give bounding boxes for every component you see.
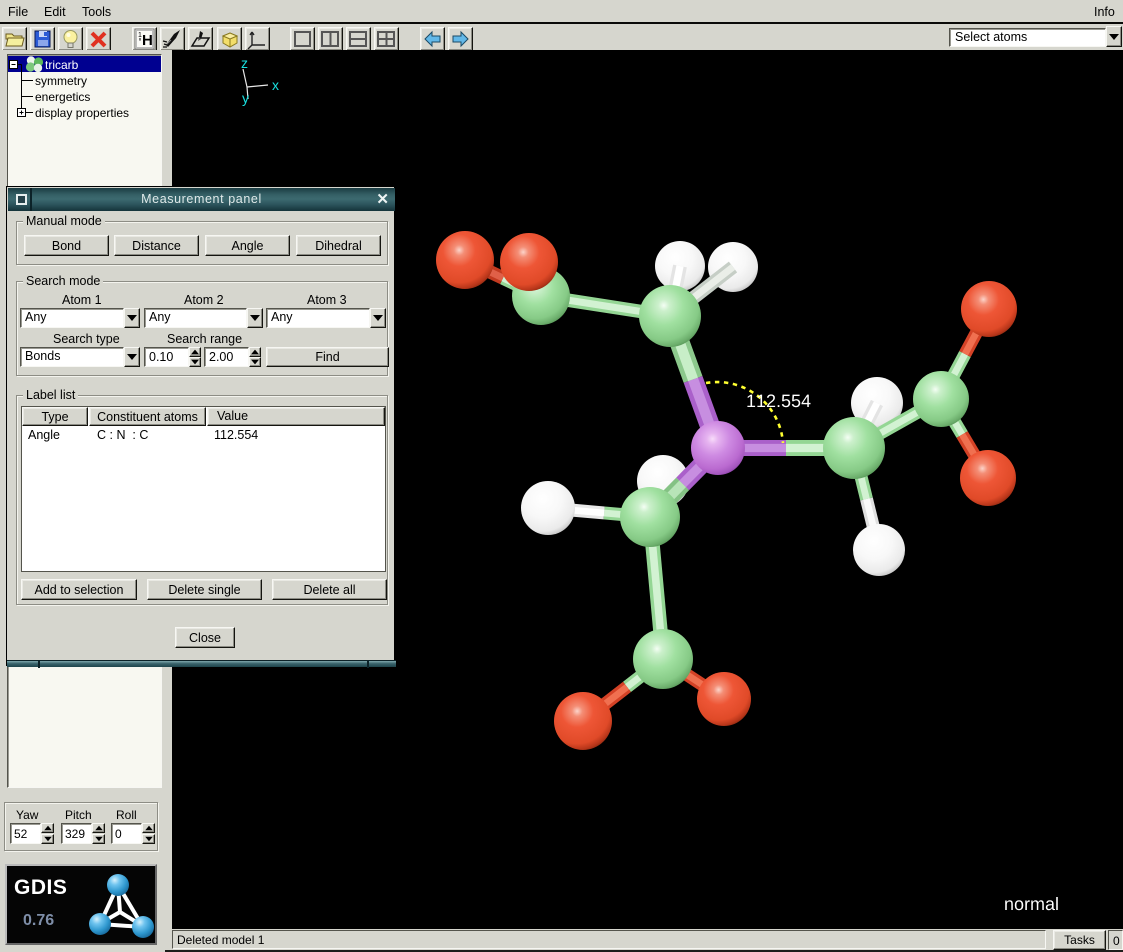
svg-text:y: y: [242, 90, 249, 106]
svg-text:z: z: [241, 55, 248, 71]
svg-text:H: H: [142, 32, 153, 49]
svg-text:x: x: [272, 77, 279, 93]
svg-text:1: 1: [138, 32, 142, 39]
